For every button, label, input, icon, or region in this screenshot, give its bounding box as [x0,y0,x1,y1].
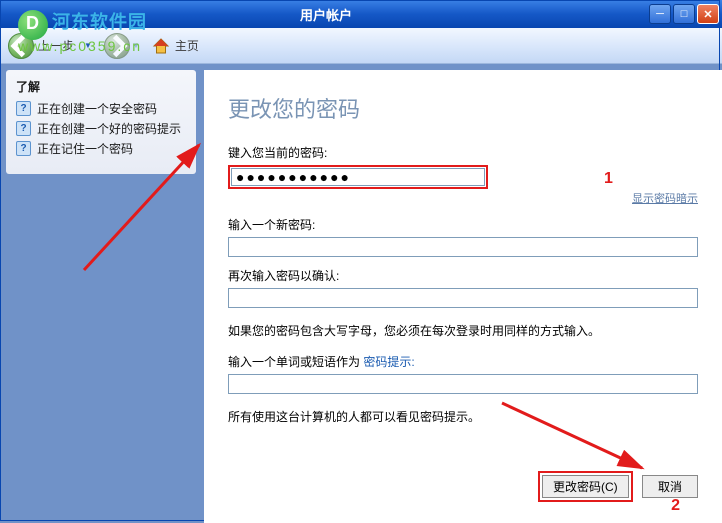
hint-field-label: 输入一个单词或短语作为 密码提示: [228,353,698,370]
window-title: 用户帐户 [300,5,352,24]
help-link-remember-password[interactable]: ? 正在记住一个密码 [16,141,186,157]
help-icon: ? [16,141,31,156]
annotation-step-2: 2 [671,497,680,515]
close-button[interactable]: ✕ [697,4,719,24]
maximize-button[interactable]: □ [673,4,695,24]
confirm-password-input[interactable] [228,288,698,308]
back-button[interactable] [8,33,34,59]
help-icon: ? [16,121,31,136]
hint-visibility-note: 所有使用这台计算机的人都可以看见密码提示。 [228,408,698,425]
help-link-good-hint[interactable]: ? 正在创建一个好的密码提示 [16,121,186,137]
forward-button [104,33,130,59]
home-label[interactable]: 主页 [175,37,199,54]
new-password-label: 输入一个新密码: [228,216,698,233]
current-password-input[interactable] [231,168,485,186]
confirm-password-label: 再次输入密码以确认: [228,267,698,284]
password-hint-input[interactable] [228,374,698,394]
back-history-dropdown[interactable]: ▼ [84,41,92,50]
caps-warning-text: 如果您的密码包含大写字母，您必须在每次登录时用同样的方式输入。 [228,322,698,339]
home-icon[interactable] [152,38,170,54]
sidebar-heading: 了解 [16,78,186,95]
change-password-button[interactable]: 更改密码(C) [542,475,629,498]
help-link-secure-password[interactable]: ? 正在创建一个安全密码 [16,101,186,117]
new-password-input[interactable] [228,237,698,257]
show-password-hint-link[interactable]: 显示密码暗示 [228,190,698,206]
back-label: 上一步 [38,37,74,54]
sidebar: 了解 ? 正在创建一个安全密码 ? 正在创建一个好的密码提示 ? 正在记住一个密… [6,70,196,523]
cancel-button[interactable]: 取消 [642,475,698,498]
page-title: 更改您的密码 [228,92,698,124]
minimize-button[interactable]: ─ [649,4,671,24]
main-panel: 更改您的密码 键入您当前的密码: 显示密码暗示 1 输入一个新密码: 再次输入密… [204,70,722,523]
toolbar: 上一步 ▼ ▼ 主页 [0,28,722,64]
current-password-label: 键入您当前的密码: [228,144,698,161]
annotation-step-1: 1 [604,170,613,188]
forward-history-dropdown: ▼ [132,41,140,50]
title-bar: 用户帐户 ─ □ ✕ [0,0,722,28]
help-icon: ? [16,101,31,116]
